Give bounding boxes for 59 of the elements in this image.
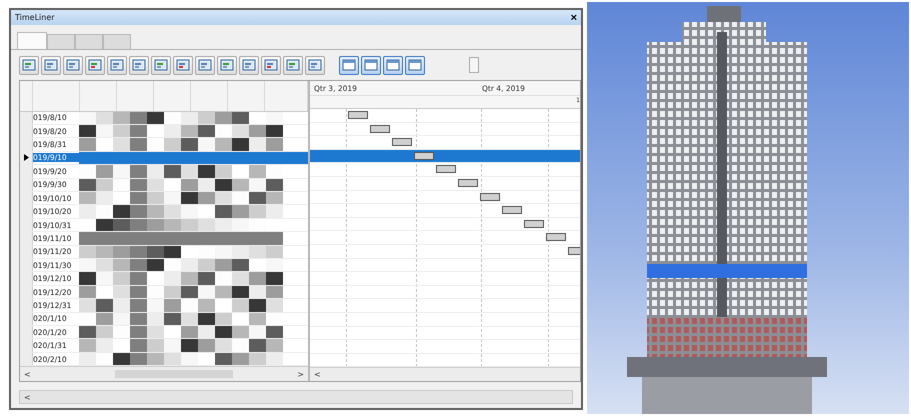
toolbar-button[interactable] — [19, 56, 39, 74]
toolbar-button[interactable] — [195, 56, 215, 74]
gantt-bar[interactable] — [392, 138, 412, 146]
toolbar-button[interactable] — [261, 56, 281, 74]
window-icon — [364, 59, 378, 71]
scroll-left-arrow[interactable]: < — [20, 392, 35, 402]
gantt-bar[interactable] — [568, 247, 580, 256]
toolbar-button[interactable] — [129, 56, 149, 74]
window-title: TimeLiner — [15, 13, 55, 22]
toolbar-button[interactable] — [151, 56, 171, 74]
gantt-bar[interactable] — [414, 152, 434, 160]
view-button[interactable] — [383, 56, 403, 74]
grid-icon — [264, 59, 278, 71]
grid-icon — [198, 59, 212, 71]
close-button[interactable]: × — [570, 12, 577, 24]
toolbar-button[interactable] — [173, 56, 193, 74]
gantt-bar[interactable] — [546, 233, 566, 242]
toolbar-button[interactable] — [63, 56, 83, 74]
window-icon — [342, 59, 356, 71]
window-icon — [386, 59, 400, 71]
horizontal-scrollbar[interactable]: < > — [20, 366, 308, 382]
gantt-bar[interactable] — [502, 206, 522, 214]
gantt-bar[interactable] — [480, 192, 500, 201]
horizontal-scrollbar[interactable]: < — [310, 367, 580, 381]
grid-icon — [44, 59, 58, 71]
toolbar-button[interactable] — [107, 56, 127, 74]
grid-icon — [66, 59, 80, 71]
grid-icon — [242, 59, 256, 71]
gantt-row[interactable] — [310, 150, 580, 164]
grid-icon — [132, 59, 146, 71]
grid-icon — [110, 59, 124, 71]
toolbar-button[interactable] — [283, 56, 303, 74]
toolbar-button[interactable] — [217, 56, 237, 74]
toolbar-button[interactable] — [41, 56, 61, 74]
gantt-bar[interactable] — [436, 165, 456, 174]
scroll-right-arrow[interactable]: > — [293, 370, 308, 379]
toolbar-button[interactable] — [85, 56, 105, 74]
grid-icon — [154, 59, 168, 71]
view-button[interactable] — [405, 56, 425, 74]
row-pointer-icon — [24, 154, 28, 162]
scroll-left-arrow[interactable]: < — [310, 370, 325, 380]
gantt-bar[interactable] — [370, 124, 390, 133]
gantt-bar[interactable] — [458, 179, 478, 188]
grid-icon — [308, 59, 322, 71]
grid-icon — [220, 59, 234, 71]
grid-icon — [88, 59, 102, 71]
gantt-bar[interactable] — [348, 111, 368, 120]
view-button[interactable] — [361, 56, 381, 74]
scroll-left-arrow[interactable]: < — [20, 370, 35, 379]
row-header — [20, 352, 33, 366]
grid-icon — [286, 59, 300, 71]
horizontal-scrollbar[interactable]: < — [19, 390, 573, 404]
grid-icon — [176, 59, 190, 71]
toolbar-button[interactable] — [239, 56, 259, 74]
view-button[interactable] — [339, 56, 359, 74]
window-icon — [408, 59, 422, 71]
grid-icon — [22, 59, 36, 71]
gantt-bar[interactable] — [524, 220, 544, 228]
toolbar-button[interactable] — [305, 56, 325, 74]
